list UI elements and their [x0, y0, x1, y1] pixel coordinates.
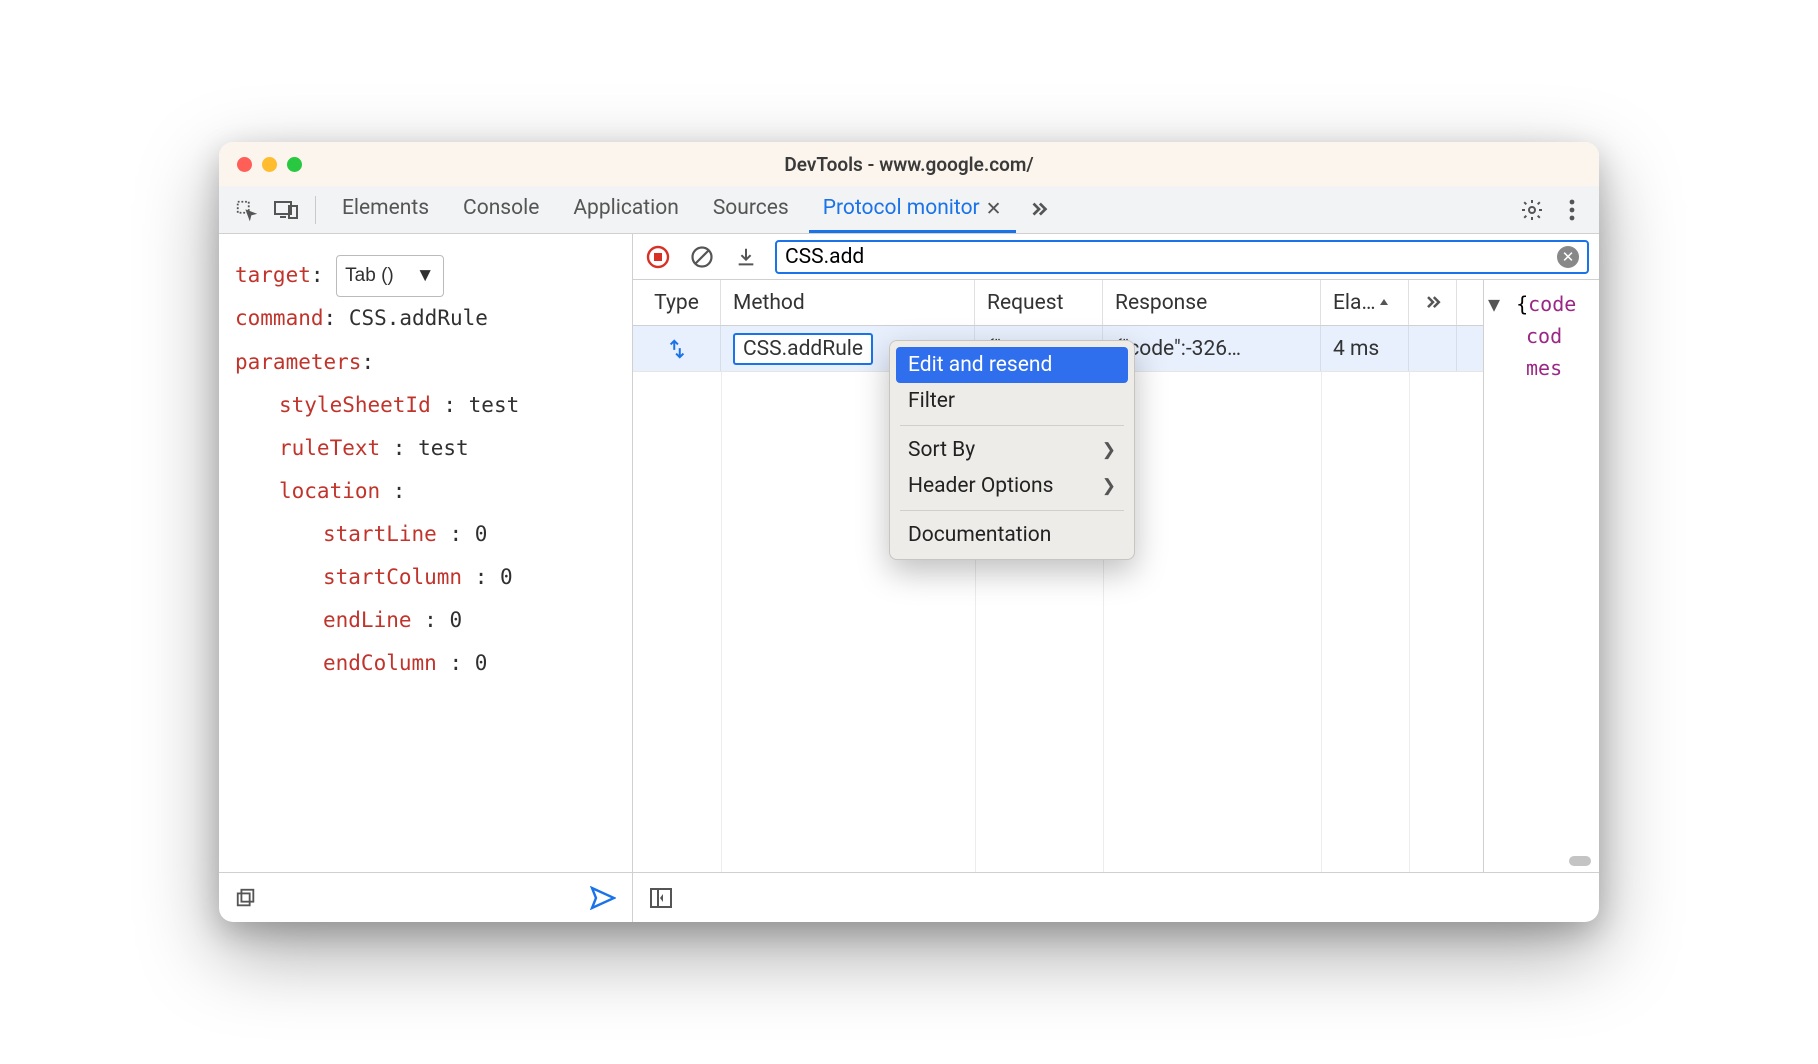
parameters-key: parameters [235, 350, 361, 374]
param-endcolumn-value[interactable]: 0 [475, 651, 488, 675]
param-ruletext-key: ruleText [279, 436, 380, 460]
titlebar: DevTools - www.google.com/ [219, 142, 1599, 186]
chevron-down-icon: ▼ [416, 257, 435, 296]
left-panel: target: Tab () ▼ command: CSS.addRule pa… [219, 234, 633, 922]
col-request[interactable]: Request [975, 280, 1103, 325]
kebab-menu-icon[interactable] [1555, 193, 1589, 227]
menu-filter[interactable]: Filter [896, 383, 1128, 419]
search-input[interactable] [785, 245, 1557, 269]
col-type[interactable]: Type [633, 280, 721, 325]
param-endline-key: endLine [323, 608, 412, 632]
param-endcolumn-key: endColumn [323, 651, 437, 675]
more-columns-icon[interactable] [1409, 280, 1457, 325]
target-select[interactable]: Tab () ▼ [336, 255, 443, 298]
param-startcolumn-value[interactable]: 0 [500, 565, 513, 589]
row-response: {"code":-326… [1103, 326, 1321, 371]
detail-sidepane[interactable]: ▼ {code cod mes [1483, 280, 1599, 872]
tab-elements[interactable]: Elements [328, 186, 443, 233]
tab-protocol-monitor[interactable]: Protocol monitor ✕ [809, 186, 1016, 233]
settings-icon[interactable] [1515, 193, 1549, 227]
window-title: DevTools - www.google.com/ [219, 153, 1599, 176]
tab-sources[interactable]: Sources [699, 186, 803, 233]
row-elapsed: 4 ms [1321, 326, 1409, 371]
menu-separator [900, 510, 1124, 511]
row-type-icon [633, 326, 721, 371]
param-ruletext-value[interactable]: test [418, 436, 469, 460]
close-tab-icon[interactable]: ✕ [986, 197, 1002, 220]
right-panel: ✕ Type Method Request Response Ela… [633, 234, 1599, 922]
col-response[interactable]: Response [1103, 280, 1321, 325]
command-editor: target: Tab () ▼ command: CSS.addRule pa… [219, 234, 632, 872]
chevron-right-icon: ❯ [1102, 440, 1116, 460]
target-key: target [235, 263, 311, 287]
param-startcolumn-key: startColumn [323, 565, 462, 589]
menu-edit-resend[interactable]: Edit and resend [896, 347, 1128, 383]
collapse-panel-icon[interactable] [649, 887, 673, 909]
param-startline-value[interactable]: 0 [475, 522, 488, 546]
param-stylesheetid-key: styleSheetId [279, 393, 431, 417]
sidepane-key-cod: cod [1526, 324, 1562, 348]
tab-application[interactable]: Application [559, 186, 692, 233]
param-startline-key: startLine [323, 522, 437, 546]
param-stylesheetid-value[interactable]: test [469, 393, 520, 417]
tab-bar: Elements Console Application Sources Pro… [219, 186, 1599, 234]
clear-icon[interactable] [687, 242, 717, 272]
send-button[interactable] [590, 886, 616, 910]
right-toolbar: ✕ [633, 234, 1599, 280]
tab-console[interactable]: Console [449, 186, 553, 233]
body: target: Tab () ▼ command: CSS.addRule pa… [219, 234, 1599, 922]
divider [315, 196, 316, 224]
grid-header: Type Method Request Response Ela… [633, 280, 1483, 326]
device-toggle-icon[interactable] [269, 193, 303, 227]
command-value[interactable]: CSS.addRule [349, 306, 488, 330]
target-value: Tab () [345, 257, 394, 296]
col-elapsed[interactable]: Ela… [1321, 280, 1409, 325]
menu-header-options-label: Header Options [908, 474, 1053, 498]
triangle-down-icon[interactable]: ▼ [1488, 292, 1500, 316]
clear-search-icon[interactable]: ✕ [1557, 246, 1579, 268]
copy-icon[interactable] [235, 887, 257, 909]
search-input-wrapper: ✕ [775, 240, 1589, 274]
brace: { [1516, 292, 1528, 316]
menu-header-options[interactable]: Header Options ❯ [896, 468, 1128, 504]
col-method[interactable]: Method [721, 280, 975, 325]
devtools-window: DevTools - www.google.com/ Elements Cons… [219, 142, 1599, 922]
chevron-right-icon: ❯ [1102, 476, 1116, 496]
horizontal-scrollbar[interactable] [1569, 856, 1591, 866]
sidepane-key-mes: mes [1526, 356, 1562, 380]
row-more-cell [1409, 326, 1457, 371]
inspect-element-icon[interactable] [229, 193, 263, 227]
menu-documentation[interactable]: Documentation [896, 517, 1128, 553]
param-location-key: location [279, 479, 380, 503]
left-footer [219, 872, 632, 922]
more-tabs-icon[interactable] [1022, 193, 1056, 227]
record-button[interactable] [643, 242, 673, 272]
menu-separator [900, 425, 1124, 426]
tab-label: Protocol monitor [823, 196, 980, 220]
menu-sort-by[interactable]: Sort By ❯ [896, 432, 1128, 468]
col-elapsed-label: Ela… [1333, 291, 1376, 315]
download-icon[interactable] [731, 242, 761, 272]
menu-sort-by-label: Sort By [908, 438, 975, 462]
param-endline-value[interactable]: 0 [449, 608, 462, 632]
row-method-value: CSS.addRule [733, 333, 873, 365]
sidepane-key-code: code [1528, 292, 1576, 316]
command-key: command [235, 306, 324, 330]
right-footer [633, 872, 1599, 922]
context-menu: Edit and resend Filter Sort By ❯ Header … [889, 340, 1135, 560]
